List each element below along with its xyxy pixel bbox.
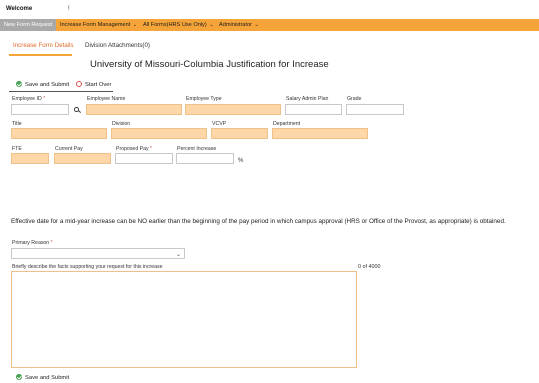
fte-field — [11, 153, 49, 164]
check-circle-icon — [16, 374, 22, 380]
salary-admin-plan-label: Salary Admin Plan — [286, 96, 329, 102]
bottom-save-submit-button[interactable]: Save and Submit — [16, 374, 69, 381]
vcvp-field — [211, 128, 268, 139]
effective-date-notice: Effective date for a mid-year increase c… — [11, 218, 506, 225]
tab-division-attachments[interactable]: Division Attachments(0) — [85, 42, 150, 49]
primary-reason-select[interactable]: ⌄ — [11, 248, 185, 259]
chevron-down-icon: ⌄ — [175, 252, 181, 258]
vcvp-label: VCVP — [212, 121, 227, 127]
nav-administrator[interactable]: Administrator ⌄ — [215, 19, 263, 31]
fte-label: FTE — [12, 146, 22, 152]
chevron-down-icon: ⌄ — [132, 22, 138, 28]
employee-name-label: Employee Name — [87, 96, 126, 102]
grade-label: Grade — [347, 96, 362, 102]
restart-icon — [76, 81, 82, 87]
employee-id-input[interactable] — [11, 104, 69, 115]
department-field — [272, 128, 368, 139]
percent-symbol: % — [238, 158, 244, 164]
nav-increase-form-management[interactable]: Increase Form Management ⌄ — [56, 19, 141, 31]
proposed-pay-label: Proposed Pay * — [116, 146, 153, 152]
grade-field — [346, 104, 404, 115]
nav-new-form-request[interactable]: New Form Request — [0, 19, 57, 31]
page-title: University of Missouri-Columbia Justific… — [90, 59, 329, 70]
save-submit-button[interactable]: Save and Submit — [16, 81, 69, 88]
employee-name-field — [86, 104, 182, 115]
chevron-down-icon: ⌄ — [254, 22, 259, 28]
division-label: Division — [112, 121, 131, 127]
chevron-down-icon: ⌄ — [209, 22, 214, 28]
percent-increase-field — [176, 153, 234, 164]
employee-type-field — [185, 104, 281, 115]
character-counter: 0 of 4000 — [358, 264, 381, 270]
nav-item-label: New Form Request — [4, 22, 53, 28]
current-pay-label: Current Pay — [55, 146, 83, 152]
user-name: ! — [68, 6, 70, 12]
save-submit-label: Save and Submit — [25, 82, 70, 88]
title-field — [11, 128, 107, 139]
nav-item-label: All Forms(HRS Use Only) — [143, 22, 207, 28]
form-tabs: Increase Form Details Division Attachmen… — [0, 42, 539, 55]
primary-reason-label: Primary Reason * — [12, 240, 53, 246]
welcome-text: Welcome — [6, 6, 33, 12]
action-divider — [9, 91, 113, 92]
search-icon[interactable] — [74, 107, 81, 114]
percent-increase-label: Percent Increase — [177, 146, 217, 152]
nav-all-forms[interactable]: All Forms(HRS Use Only) ⌄ — [139, 19, 217, 31]
save-submit-label: Save and Submit — [25, 375, 70, 381]
current-pay-field — [54, 153, 111, 164]
salary-admin-plan-field — [285, 104, 342, 115]
employee-id-label: Employee ID * — [12, 96, 46, 102]
facts-label: Briefly describe the facts supporting yo… — [12, 264, 163, 270]
employee-type-label: Employee Type — [186, 96, 222, 102]
start-over-label: Start Over — [85, 82, 112, 88]
tab-increase-form-details[interactable]: Increase Form Details — [13, 42, 74, 49]
facts-textarea[interactable] — [11, 271, 357, 368]
nav-item-label: Administrator — [219, 22, 252, 28]
check-circle-icon — [16, 81, 22, 87]
start-over-button[interactable]: Start Over — [76, 81, 111, 88]
proposed-pay-input[interactable] — [115, 153, 173, 164]
top-header: Welcome ! — [0, 0, 539, 19]
main-nav: New Form Request Increase Form Managemen… — [0, 19, 539, 31]
active-tab-indicator — [9, 54, 72, 56]
title-label: Title — [12, 121, 22, 127]
department-label: Department — [273, 121, 301, 127]
division-field — [111, 128, 207, 139]
nav-item-label: Increase Form Management — [60, 22, 131, 28]
